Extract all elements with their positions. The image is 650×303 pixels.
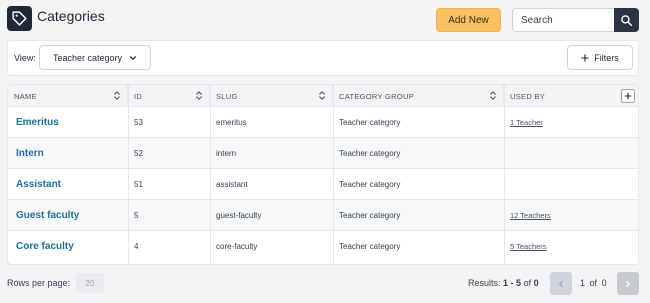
category-id: 53 xyxy=(134,118,143,127)
next-page-button[interactable] xyxy=(617,272,639,295)
used-by-link[interactable]: 1 Teacher xyxy=(504,107,638,138)
plus-icon xyxy=(624,92,632,100)
category-group: Teacher category xyxy=(339,211,401,220)
filters-button[interactable]: Filters xyxy=(567,45,633,70)
previous-page-button[interactable] xyxy=(550,272,572,295)
sort-icon xyxy=(319,91,325,100)
view-toolbar: View: Teacher category Filters xyxy=(7,40,639,76)
category-slug: emeritus xyxy=(216,118,247,127)
view-select[interactable]: Teacher category xyxy=(39,45,151,70)
table-row[interactable]: Guest faculty 5 guest-faculty Teacher ca… xyxy=(8,200,638,231)
column-header-used-by[interactable]: USED BY xyxy=(504,85,638,107)
column-header-name[interactable]: NAME xyxy=(8,85,128,107)
category-slug: guest-faculty xyxy=(216,211,262,220)
used-by-link[interactable]: 5 Teachers xyxy=(504,231,638,262)
category-group: Teacher category xyxy=(339,118,401,127)
results-summary: Results: 1 - 5 of 0 xyxy=(468,278,539,288)
categories-tag-icon xyxy=(7,6,32,31)
chevron-right-icon xyxy=(626,280,630,287)
table-row[interactable]: Assistant 51 assistant Teacher category xyxy=(8,169,638,200)
page-title: Categories xyxy=(37,8,105,24)
category-id: 52 xyxy=(134,149,143,158)
category-group: Teacher category xyxy=(339,242,401,251)
category-name-link[interactable]: Intern xyxy=(8,138,128,169)
chevron-left-icon xyxy=(559,280,563,287)
sort-icon xyxy=(490,91,496,100)
column-divider xyxy=(210,85,211,264)
column-header-slug[interactable]: SLUG xyxy=(210,85,333,107)
column-divider xyxy=(333,85,334,264)
chevron-down-icon xyxy=(129,56,137,60)
used-by-link[interactable] xyxy=(504,169,638,200)
table-row[interactable]: Intern 52 intern Teacher category xyxy=(8,138,638,169)
filters-label: Filters xyxy=(594,52,619,63)
plus-icon xyxy=(581,53,590,62)
sort-icon xyxy=(196,91,202,100)
add-new-button[interactable]: Add New xyxy=(436,8,501,32)
category-id: 51 xyxy=(134,180,143,189)
pagination-info: 1 of 0 xyxy=(580,278,607,288)
table-row[interactable]: Emeritus 53 emeritus Teacher category 1 … xyxy=(8,107,638,138)
sort-icon xyxy=(114,91,120,100)
rows-per-page-select[interactable]: 20 xyxy=(76,273,104,293)
view-label: View: xyxy=(14,53,36,63)
add-column-button[interactable] xyxy=(621,89,635,103)
column-divider xyxy=(128,85,129,264)
rows-per-page-label: Rows per page: xyxy=(7,278,71,288)
category-group: Teacher category xyxy=(339,149,401,158)
category-name-link[interactable]: Emeritus xyxy=(8,107,128,138)
search-input[interactable] xyxy=(512,8,615,32)
column-divider xyxy=(504,85,505,264)
category-name-link[interactable]: Assistant xyxy=(8,169,128,200)
category-group: Teacher category xyxy=(339,180,401,189)
table-row[interactable]: Core faculty 4 core-faculty Teacher cate… xyxy=(8,231,638,262)
category-id: 5 xyxy=(134,211,139,220)
categories-table: NAME ID SLUG CATEGORY GROUP USED BY Emer… xyxy=(7,84,639,265)
column-header-id[interactable]: ID xyxy=(128,85,210,107)
category-slug: core-faculty xyxy=(216,242,258,251)
search-button[interactable] xyxy=(614,8,639,32)
used-by-link[interactable] xyxy=(504,138,638,169)
category-name-link[interactable]: Guest faculty xyxy=(8,200,128,231)
category-slug: assistant xyxy=(216,180,248,189)
category-slug: intern xyxy=(216,149,237,158)
category-name-link[interactable]: Core faculty xyxy=(8,231,128,262)
search-icon xyxy=(621,14,633,26)
used-by-link[interactable]: 12 Teachers xyxy=(504,200,638,231)
category-id: 4 xyxy=(134,242,139,251)
column-header-category-group[interactable]: CATEGORY GROUP xyxy=(333,85,504,107)
view-select-value: Teacher category xyxy=(53,52,123,63)
table-header: NAME ID SLUG CATEGORY GROUP USED BY xyxy=(8,85,638,107)
